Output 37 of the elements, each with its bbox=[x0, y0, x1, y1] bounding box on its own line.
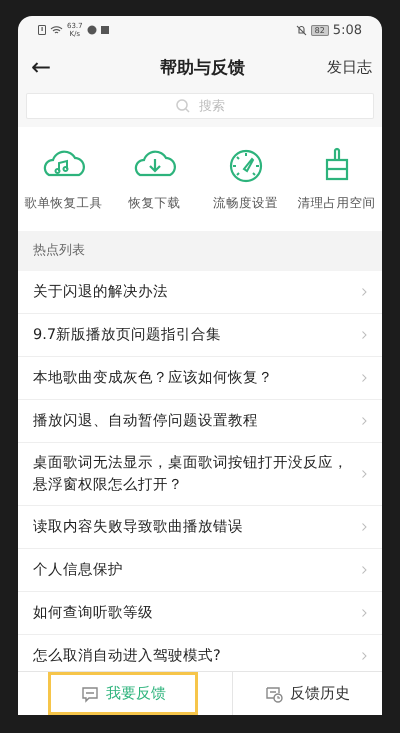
back-button[interactable]: ← bbox=[26, 53, 56, 81]
faq-item[interactable]: 9.7新版播放页问题指引合集 bbox=[18, 314, 382, 357]
sim-icon bbox=[38, 25, 46, 35]
tool-button[interactable]: 清理占用空间 bbox=[291, 146, 382, 212]
page-title: 帮助与反馈 bbox=[159, 56, 246, 78]
chevron-right-icon bbox=[362, 652, 367, 660]
faq-item[interactable]: 播放闪退、自动暂停问题设置教程 bbox=[18, 400, 382, 443]
search-field[interactable]: 搜索 bbox=[26, 93, 374, 119]
document-clock-icon bbox=[265, 684, 283, 702]
section-title: 热点列表 bbox=[18, 231, 382, 271]
tool-button[interactable]: 歌单恢复工具 bbox=[18, 146, 109, 212]
tool-button[interactable]: 恢复下载 bbox=[109, 146, 200, 212]
chevron-right-icon bbox=[362, 331, 367, 339]
status-time: 5:08 bbox=[332, 22, 362, 38]
chevron-right-icon bbox=[362, 523, 367, 531]
square-icon bbox=[100, 26, 109, 34]
tab[interactable]: 反馈历史 bbox=[232, 672, 382, 715]
wifi-icon bbox=[50, 25, 63, 35]
faq-item[interactable]: 关于闪退的解决办法 bbox=[18, 271, 382, 314]
chevron-right-icon bbox=[362, 417, 367, 425]
battery-level: 82 bbox=[310, 24, 329, 36]
mute-bell-icon bbox=[296, 24, 307, 36]
faq-item[interactable]: 怎么取消自动进入驾驶模式? bbox=[18, 635, 382, 671]
faq-item[interactable]: 本地歌曲变成灰色？应该如何恢复？ bbox=[18, 357, 382, 400]
chevron-right-icon bbox=[362, 566, 367, 574]
faq-item[interactable]: 读取内容失败导致歌曲播放错误 bbox=[18, 506, 382, 549]
send-log-button[interactable]: 发日志 bbox=[327, 58, 372, 76]
tool-button[interactable]: 流畅度设置 bbox=[200, 146, 291, 212]
faq-item[interactable]: 如何查询听歌等级 bbox=[18, 592, 382, 635]
chevron-right-icon bbox=[362, 470, 367, 478]
faq-item[interactable]: 桌面歌词无法显示，桌面歌词按钮打开没反应，悬浮窗权限怎么打开？ bbox=[18, 443, 382, 506]
chat-icon bbox=[81, 684, 99, 702]
chevron-right-icon bbox=[362, 374, 367, 382]
chevron-right-icon bbox=[362, 609, 367, 617]
chevron-right-icon bbox=[362, 288, 367, 296]
search-icon bbox=[176, 99, 190, 113]
faq-item[interactable]: 个人信息保护 bbox=[18, 549, 382, 592]
